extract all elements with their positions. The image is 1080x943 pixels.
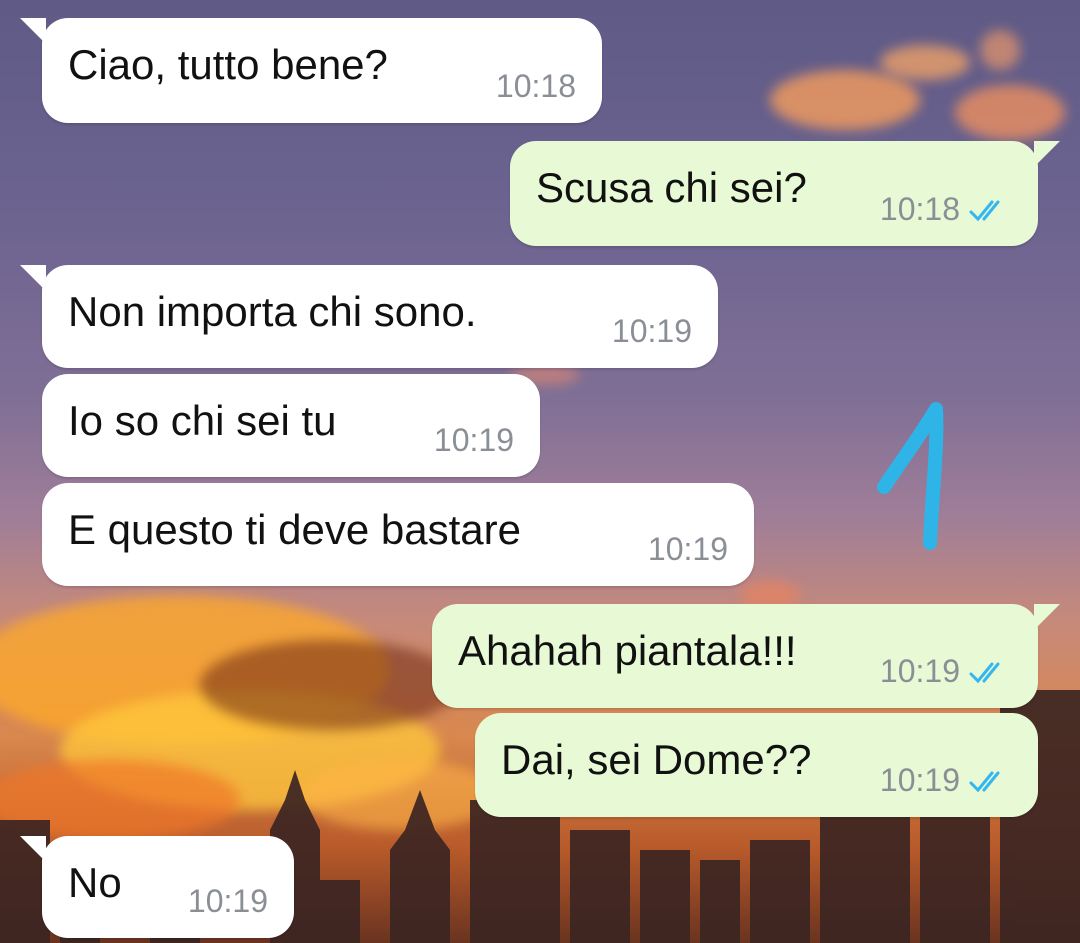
double-check-icon bbox=[969, 662, 1000, 683]
message-time: 10:19 bbox=[647, 531, 728, 567]
double-check-icon bbox=[969, 771, 1000, 792]
message-time: 10:19 bbox=[187, 883, 268, 919]
message-text: Dai, sei Dome?? bbox=[501, 736, 812, 783]
message-text: Non importa chi sono. bbox=[68, 288, 477, 335]
message-incoming[interactable]: No 10:19 bbox=[20, 836, 294, 938]
message-time: 10:19 bbox=[433, 422, 514, 458]
message-outgoing[interactable]: Scusa chi sei? 10:18 bbox=[510, 141, 1060, 246]
double-check-icon bbox=[969, 200, 1000, 221]
message-meta: 10:18 bbox=[496, 68, 576, 105]
message-meta: 10:19 bbox=[434, 422, 514, 459]
message-time: 10:19 bbox=[611, 313, 692, 349]
message-time: 10:18 bbox=[879, 191, 960, 227]
message-outgoing[interactable]: Ahahah piantala!!! 10:19 bbox=[432, 604, 1060, 708]
message-time: 10:18 bbox=[495, 68, 576, 104]
message-time: 10:19 bbox=[879, 653, 960, 689]
message-meta: 10:19 bbox=[880, 653, 1012, 690]
message-time: 10:19 bbox=[879, 762, 960, 798]
message-meta: 10:18 bbox=[880, 191, 1012, 228]
message-text: No bbox=[68, 859, 122, 906]
message-incoming[interactable]: E questo ti deve bastare 10:19 bbox=[42, 483, 754, 586]
message-meta: 10:19 bbox=[648, 531, 728, 568]
message-incoming[interactable]: Io so chi sei tu 10:19 bbox=[42, 374, 540, 477]
message-meta: 10:19 bbox=[188, 883, 268, 920]
message-text: E questo ti deve bastare bbox=[68, 506, 521, 553]
message-incoming[interactable]: Ciao, tutto bene? 10:18 bbox=[20, 18, 602, 123]
message-meta: 10:19 bbox=[612, 313, 692, 350]
handwritten-stroke-annotation bbox=[877, 402, 944, 550]
message-text: Ciao, tutto bene? bbox=[68, 41, 388, 88]
message-text: Ahahah piantala!!! bbox=[458, 627, 797, 674]
message-meta: 10:19 bbox=[880, 762, 1012, 799]
message-incoming[interactable]: Non importa chi sono. 10:19 bbox=[20, 265, 718, 368]
message-outgoing[interactable]: Dai, sei Dome?? 10:19 bbox=[475, 713, 1038, 817]
message-text: Scusa chi sei? bbox=[536, 164, 807, 211]
message-text: Io so chi sei tu bbox=[68, 397, 337, 444]
